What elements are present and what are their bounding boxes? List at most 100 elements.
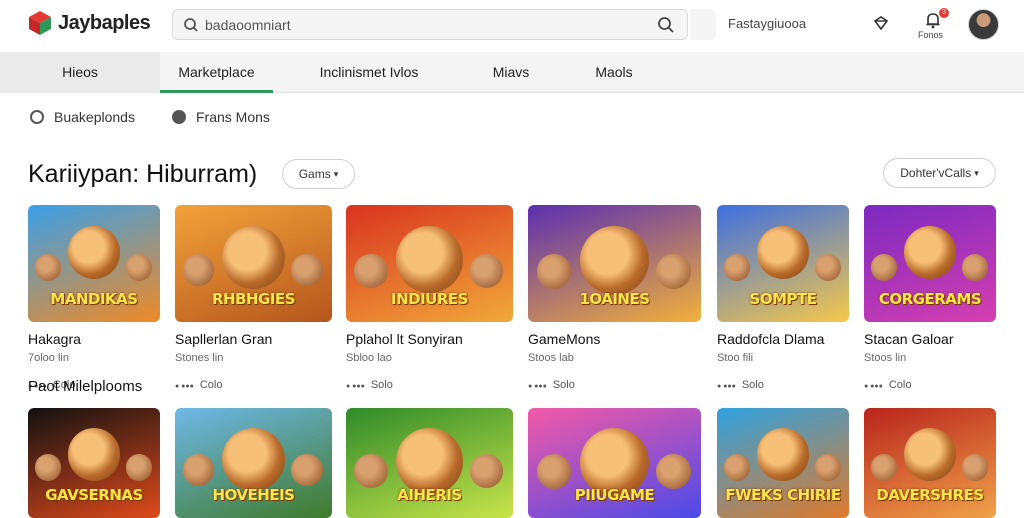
game-card-banner: 1OAINES [579, 290, 650, 308]
character-figure [536, 254, 572, 289]
game-card-title[interactable]: Raddofcla Dlama [717, 331, 824, 347]
game-card-image[interactable]: DAVERSHRES [864, 408, 996, 518]
game-card-title[interactable]: Hakagra [28, 331, 81, 347]
character-figure [34, 254, 61, 281]
game-card-banner: RHBHGIES [211, 290, 296, 308]
game-card-image[interactable]: GAVSERNAS [28, 408, 160, 518]
tab-maols[interactable]: Maols [583, 52, 645, 93]
game-card-meta-label: Solo [552, 379, 575, 391]
game-card-image[interactable]: MANDIKAS [28, 205, 160, 322]
game-card-banner: DAVERSHRES [876, 486, 984, 504]
game-card-title[interactable]: Stacan Galoar [864, 331, 954, 347]
avatar[interactable] [968, 9, 999, 40]
game-card-banner: GAVSERNAS [45, 486, 143, 504]
game-card-meta: ● ●●● Solo [528, 379, 575, 391]
character-figure [222, 427, 285, 491]
logo[interactable]: Jaybaples [28, 10, 151, 36]
filter-label: Frans Mons [196, 109, 270, 125]
character-figure [222, 226, 285, 289]
rating-dots-icon: ● ●●● [175, 383, 196, 390]
game-card-meta: ● ●●● Colo [864, 379, 911, 391]
character-figure [67, 427, 121, 481]
character-figure [814, 254, 842, 281]
character-figure [396, 226, 463, 293]
game-card-image[interactable]: INDIURES [346, 205, 513, 322]
game-card-meta-label: Colo [888, 379, 912, 391]
chevron-down-icon: ▾ [333, 168, 339, 179]
character-figure [656, 454, 691, 489]
character-figure [870, 254, 897, 281]
character-figure [354, 254, 388, 288]
character-figure [67, 226, 121, 279]
rating-dots-icon: ● ●●● [346, 383, 367, 390]
search-submit-icon[interactable] [657, 16, 675, 34]
tab-home[interactable]: Hieos [0, 52, 160, 93]
character-figure [756, 226, 810, 279]
game-card-subtitle: Stoos lab [528, 352, 574, 364]
games-dropdown[interactable]: Gams ▾ [282, 159, 355, 189]
game-card-title[interactable]: Pplahol lt Sonyiran [346, 331, 463, 347]
character-figure [870, 454, 897, 481]
game-card-banner: PIIUGAME [574, 486, 655, 504]
game-card-meta-label: Solo [741, 379, 764, 391]
notification-badge: 3 [939, 8, 949, 18]
game-card-banner: MANDIKAS [50, 290, 138, 308]
character-figure [396, 427, 463, 495]
character-figure [723, 454, 750, 481]
game-card-subtitle: Stoo fili [717, 352, 754, 364]
radio-icon [30, 110, 44, 124]
game-card-banner: HOVEHEIS [212, 486, 295, 504]
character-figure [354, 454, 388, 488]
game-card-image[interactable]: RHBHGIES [175, 205, 332, 322]
header-link[interactable]: Fastaygiuooa [728, 16, 806, 31]
notification-label: Fonos [918, 30, 944, 40]
game-card-meta-label: Solo [370, 379, 393, 391]
filter-option[interactable]: Buakeplonds [30, 109, 135, 125]
filter-option[interactable]: Frans Mons [172, 109, 270, 125]
game-card-subtitle: Sbloo lao [346, 352, 392, 364]
tab-marketplace[interactable]: Marketplace [160, 52, 273, 93]
game-card-banner: AIHERIS [397, 486, 462, 504]
tab-miavs[interactable]: Miavs [478, 52, 544, 93]
top-bar: Jaybaples Fastaygiuooa 3 Fonos [0, 0, 1024, 52]
rating-dots-icon: ● ●●● [864, 383, 885, 390]
rating-dots-icon: ● ●●● [528, 383, 549, 390]
game-card-image[interactable]: AIHERIS [346, 408, 513, 518]
game-card-image[interactable]: SOMPTE [717, 205, 849, 322]
character-figure [961, 454, 989, 481]
sort-dropdown[interactable]: Dohter'vCalls ▾ [883, 158, 996, 188]
game-card-meta: ● ●●● Solo [717, 379, 764, 391]
character-figure [961, 254, 989, 281]
character-figure [656, 254, 691, 289]
game-card-meta-label: Colo [199, 379, 223, 391]
character-figure [182, 254, 215, 286]
game-card-subtitle: 7oloo lin [28, 352, 69, 364]
logo-cube-icon [29, 11, 51, 35]
game-card-image[interactable]: PIIUGAME [528, 408, 701, 518]
game-card-title[interactable]: GameMons [528, 331, 600, 347]
nav-bar: Hieos Marketplace Inclinismet Ivlos Miav… [0, 52, 1024, 93]
search-input[interactable] [205, 16, 687, 33]
chevron-down-icon: ▾ [974, 167, 979, 178]
search-bar[interactable] [172, 9, 688, 40]
character-figure [536, 454, 572, 489]
rating-dots-icon: ● ●●● [717, 383, 738, 390]
games-dropdown-label: Gams [298, 167, 331, 181]
game-card-image[interactable]: HOVEHEIS [175, 408, 332, 518]
game-card-image[interactable]: CORGERAMS [864, 205, 996, 322]
tab-inclinismet[interactable]: Inclinismet Ivlos [304, 52, 434, 93]
character-figure [469, 254, 503, 288]
gift-icon[interactable] [871, 13, 891, 33]
filter-label: Buakeplonds [54, 109, 135, 125]
character-figure [125, 454, 153, 481]
game-card-image[interactable]: FWEKS CHIRIE [717, 408, 849, 518]
row2-title: Paot Milelplooms [28, 378, 143, 395]
game-card-banner: FWEKS CHIRIE [725, 486, 841, 504]
logo-text: Jaybaples [58, 11, 151, 34]
character-figure [579, 226, 650, 296]
character-figure [125, 254, 153, 281]
game-card-banner: SOMPTE [749, 290, 817, 308]
character-figure [34, 454, 61, 481]
game-card-image[interactable]: 1OAINES [528, 205, 701, 322]
game-card-title[interactable]: Sapllerlan Gran [175, 331, 272, 347]
